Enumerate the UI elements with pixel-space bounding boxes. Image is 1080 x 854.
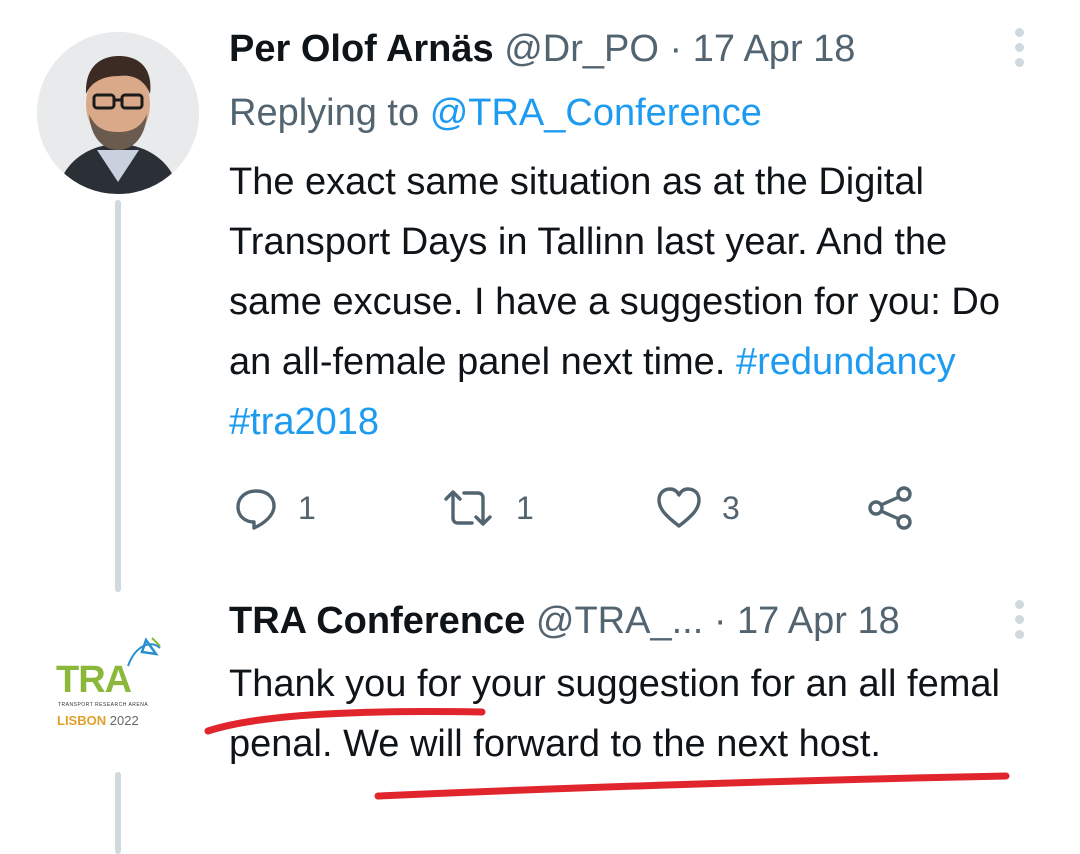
underline-forward-to-next	[374, 772, 1010, 800]
red-underline-annotations	[204, 708, 1010, 800]
underline-thank-you-for	[204, 708, 486, 735]
